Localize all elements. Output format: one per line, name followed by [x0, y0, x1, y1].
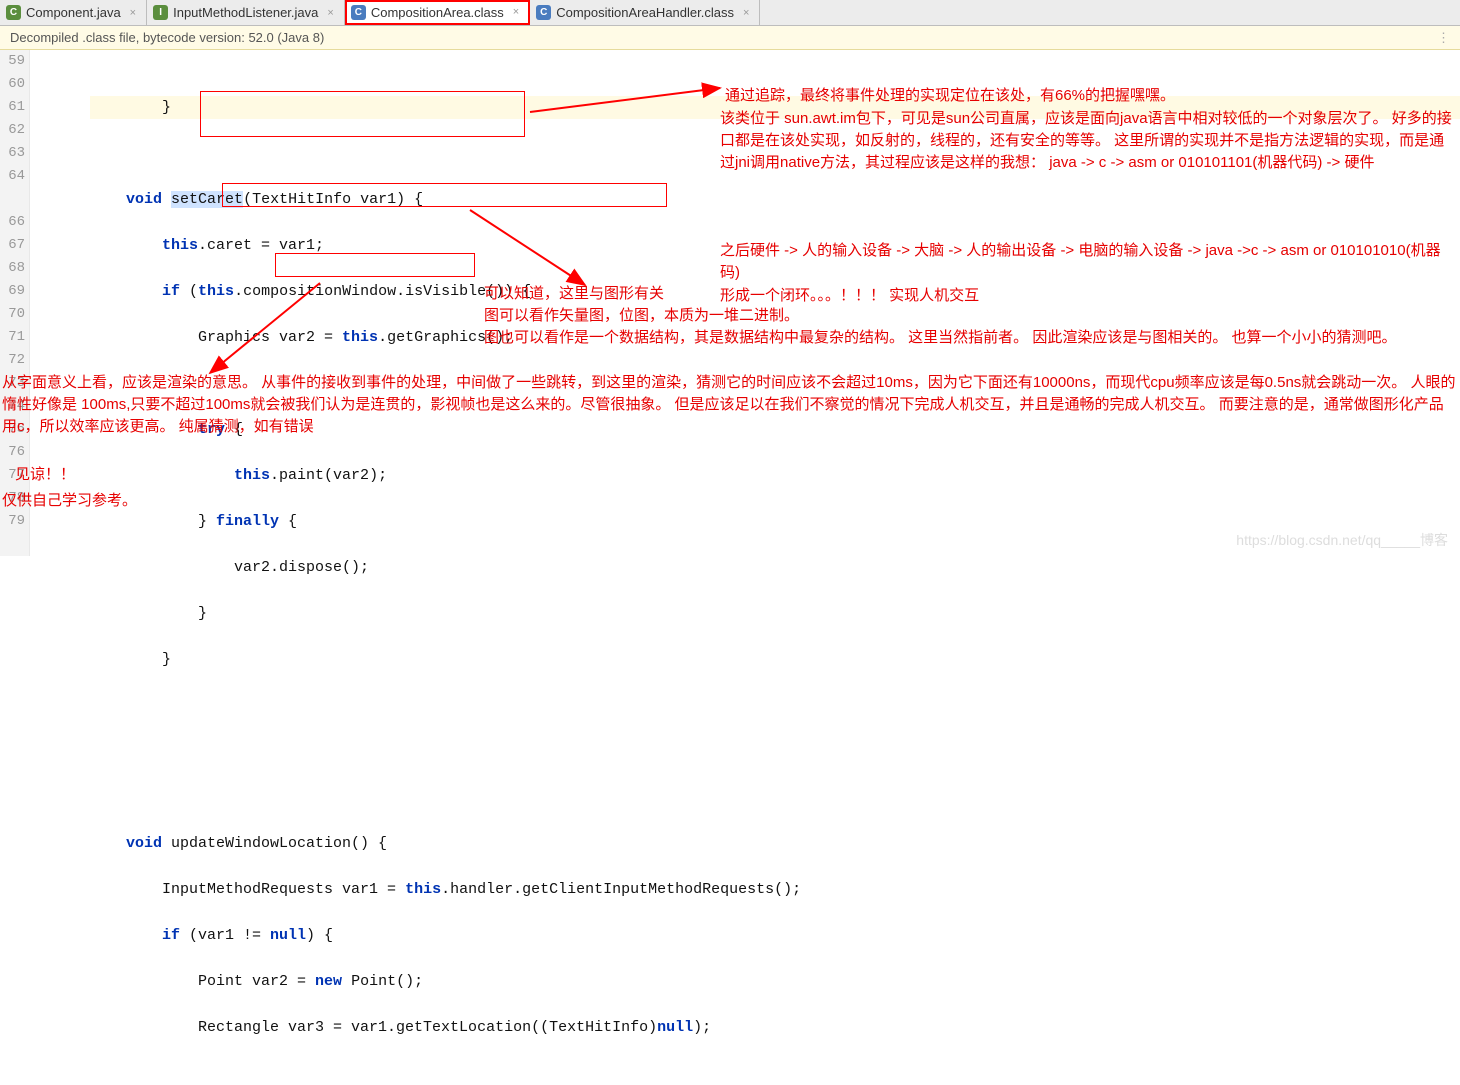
tab-label: Component.java [26, 5, 121, 20]
tab-component[interactable]: C Component.java × [0, 0, 147, 25]
close-icon[interactable]: × [513, 6, 519, 18]
watermark: https://blog.csdn.net/qq_____博客 [1236, 530, 1448, 550]
tab-compositionareahandler[interactable]: C CompositionAreaHandler.class × [530, 0, 760, 25]
banner-close-icon[interactable]: ⋮ [1437, 30, 1450, 46]
gutter-flags [30, 50, 90, 556]
close-icon[interactable]: × [743, 7, 749, 19]
class-file-icon: C [351, 5, 366, 20]
class-file-icon: C [536, 5, 551, 20]
tab-label: CompositionAreaHandler.class [556, 5, 734, 20]
banner-text: Decompiled .class file, bytecode version… [10, 30, 324, 45]
tab-inputmethodlistener[interactable]: I InputMethodListener.java × [147, 0, 345, 25]
decompiled-banner: Decompiled .class file, bytecode version… [0, 26, 1460, 50]
code-editor[interactable]: 596061626364 666768697071727374757677787… [0, 50, 1460, 556]
java-class-icon: C [6, 5, 21, 20]
tab-compositionarea[interactable]: C CompositionArea.class × [345, 0, 530, 25]
tab-label: CompositionArea.class [371, 5, 504, 20]
close-icon[interactable]: × [327, 7, 333, 19]
editor-tabs: C Component.java × I InputMethodListener… [0, 0, 1460, 26]
close-icon[interactable]: × [130, 7, 136, 19]
tab-label: InputMethodListener.java [173, 5, 318, 20]
code-area[interactable]: } void setCaret(TextHitInfo var1) { this… [90, 50, 1460, 556]
line-gutter: 596061626364 666768697071727374757677787… [0, 50, 30, 556]
java-interface-icon: I [153, 5, 168, 20]
